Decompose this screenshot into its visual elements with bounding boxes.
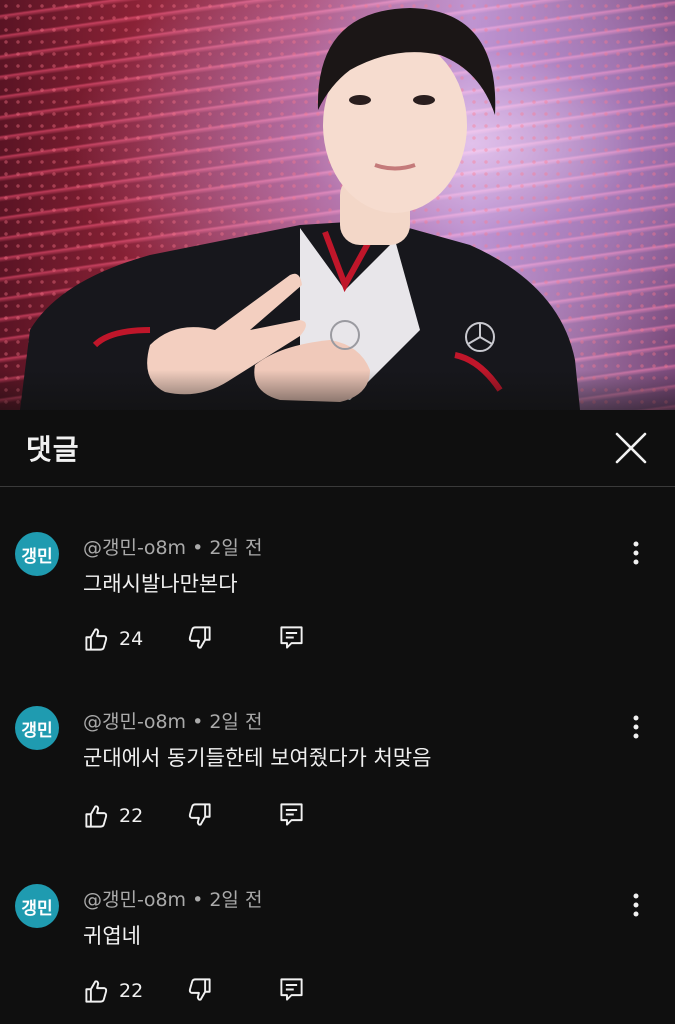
comment-meta: @갱민-o8m • 2일 전 xyxy=(83,537,263,559)
more-options-icon xyxy=(633,893,639,917)
like-icon xyxy=(85,979,108,1003)
avatar[interactable]: 갱민 xyxy=(15,706,59,750)
dislike-button[interactable] xyxy=(186,624,213,651)
comment-text: 군대에서 동기들한테 보여줬다가 처맞음 xyxy=(83,746,432,770)
more-options-icon xyxy=(633,541,639,565)
comment-text: 그래시발나만본다 xyxy=(83,572,238,596)
like-button[interactable]: 24 xyxy=(83,626,143,653)
more-options-button[interactable] xyxy=(624,712,648,742)
comment-actions: 22 xyxy=(83,976,303,1006)
author-name[interactable]: @갱민-o8m xyxy=(83,889,186,911)
avatar-text: 갱민 xyxy=(21,546,53,567)
author-name[interactable]: @갱민-o8m xyxy=(83,711,186,733)
more-options-button[interactable] xyxy=(624,890,648,920)
like-icon xyxy=(85,804,108,828)
comments-header: 댓글 xyxy=(0,410,675,487)
avatar[interactable]: 갱민 xyxy=(15,884,59,928)
like-count: 22 xyxy=(119,805,144,827)
avatar[interactable]: 갱민 xyxy=(15,532,59,576)
comment-meta: @갱민-o8m • 2일 전 xyxy=(83,889,263,911)
reply-icon xyxy=(280,978,303,1001)
like-button[interactable]: 22 xyxy=(83,803,143,830)
comment-time: 2일 전 xyxy=(209,537,263,559)
like-icon xyxy=(85,627,108,651)
video-thumbnail[interactable] xyxy=(0,0,675,410)
like-button[interactable]: 22 xyxy=(83,978,143,1005)
reply-button[interactable] xyxy=(278,976,305,1003)
more-options-icon xyxy=(633,715,639,739)
comment-actions: 24 xyxy=(83,624,303,654)
comment-meta: @갱민-o8m • 2일 전 xyxy=(83,711,263,733)
person-photo xyxy=(0,8,675,410)
comment-text: 귀엽네 xyxy=(83,924,141,948)
comments-panel: 댓글 갱민 @갱민-o8m • 2일 전 그래시발나만본다 24 갱민 @갱민-… xyxy=(0,410,675,1024)
author-name[interactable]: @갱민-o8m xyxy=(83,537,186,559)
comment-actions: 22 xyxy=(83,801,303,831)
more-options-button[interactable] xyxy=(624,538,648,568)
dislike-icon xyxy=(188,626,211,649)
reply-icon xyxy=(280,626,303,649)
dislike-icon xyxy=(188,978,211,1001)
close-button[interactable] xyxy=(613,430,649,466)
reply-button[interactable] xyxy=(278,624,305,651)
comment-time: 2일 전 xyxy=(209,889,263,911)
avatar-text: 갱민 xyxy=(21,720,53,741)
reply-icon xyxy=(280,803,303,826)
dislike-button[interactable] xyxy=(186,801,213,828)
dislike-button[interactable] xyxy=(186,976,213,1003)
avatar-text: 갱민 xyxy=(21,898,53,919)
comment-time: 2일 전 xyxy=(209,711,263,733)
reply-button[interactable] xyxy=(278,801,305,828)
panel-title: 댓글 xyxy=(26,433,80,466)
like-count: 22 xyxy=(119,980,144,1002)
close-icon xyxy=(615,432,647,464)
dislike-icon xyxy=(188,803,211,826)
like-count: 24 xyxy=(119,628,144,650)
